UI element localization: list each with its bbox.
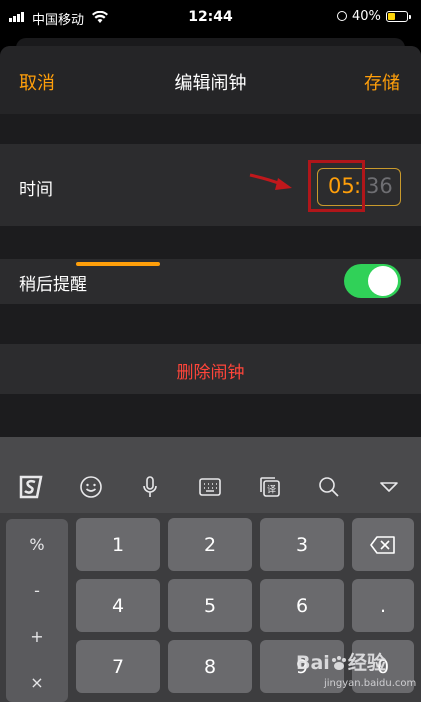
- translate-icon[interactable]: 译: [256, 473, 284, 501]
- microphone-icon[interactable]: [136, 473, 164, 501]
- symbol-column: % - + ×: [6, 519, 68, 702]
- symbol-key[interactable]: +: [6, 627, 68, 646]
- key-6[interactable]: 6: [260, 579, 344, 632]
- time-label: 时间: [19, 180, 53, 200]
- page-title: 编辑闹钟: [174, 73, 247, 94]
- collapse-icon[interactable]: [375, 473, 403, 501]
- status-bar: 中国移动 12:44 40%: [0, 0, 421, 36]
- delete-alarm-label: 删除闹钟: [176, 363, 245, 383]
- rotation-lock-icon: [337, 11, 347, 21]
- svg-text:译: 译: [267, 485, 276, 496]
- symbol-key[interactable]: %: [6, 535, 68, 554]
- time-row: 时间 05 : 36: [0, 144, 421, 226]
- watermark-url: jingyan.baidu.com: [324, 678, 417, 689]
- sogou-logo-icon[interactable]: [17, 473, 45, 501]
- watermark: Bai 经验 jingyan.baidu.com: [296, 648, 416, 696]
- keyboard-icon[interactable]: [196, 473, 224, 501]
- snooze-toggle[interactable]: [344, 264, 401, 298]
- annotation-arrow-icon: [249, 173, 292, 190]
- key-8[interactable]: 8: [168, 640, 252, 693]
- search-icon[interactable]: [315, 473, 343, 501]
- dot-key[interactable]: .: [352, 579, 414, 632]
- snooze-label: 稍后提醒: [19, 275, 87, 295]
- save-button[interactable]: 存储: [364, 69, 400, 95]
- toggle-knob: [368, 266, 398, 296]
- nav-bar: 取消 编辑闹钟 存储: [0, 46, 421, 114]
- backspace-icon: [370, 535, 395, 554]
- key-2[interactable]: 2: [168, 518, 252, 571]
- snooze-row: 稍后提醒: [0, 259, 421, 304]
- symbol-key[interactable]: ×: [6, 673, 68, 692]
- key-5[interactable]: 5: [168, 579, 252, 632]
- delete-key[interactable]: [352, 518, 414, 571]
- watermark-logo: Bai 经验: [296, 652, 386, 674]
- minute-field[interactable]: 36: [366, 174, 393, 198]
- battery-icon: [386, 11, 411, 22]
- emoji-icon[interactable]: [77, 473, 105, 501]
- paw-icon: [331, 656, 346, 670]
- key-4[interactable]: 4: [76, 579, 160, 632]
- battery-percent: 40%: [352, 9, 381, 24]
- return-key-edge[interactable]: [76, 262, 160, 266]
- key-7[interactable]: 7: [76, 640, 160, 693]
- key-1[interactable]: 1: [76, 518, 160, 571]
- key-3[interactable]: 3: [260, 518, 344, 571]
- keyboard-toolbar: 译: [0, 437, 421, 513]
- delete-alarm-button[interactable]: 删除闹钟: [0, 344, 421, 394]
- symbol-key[interactable]: -: [6, 581, 68, 600]
- annotation-highlight-box: [308, 160, 365, 212]
